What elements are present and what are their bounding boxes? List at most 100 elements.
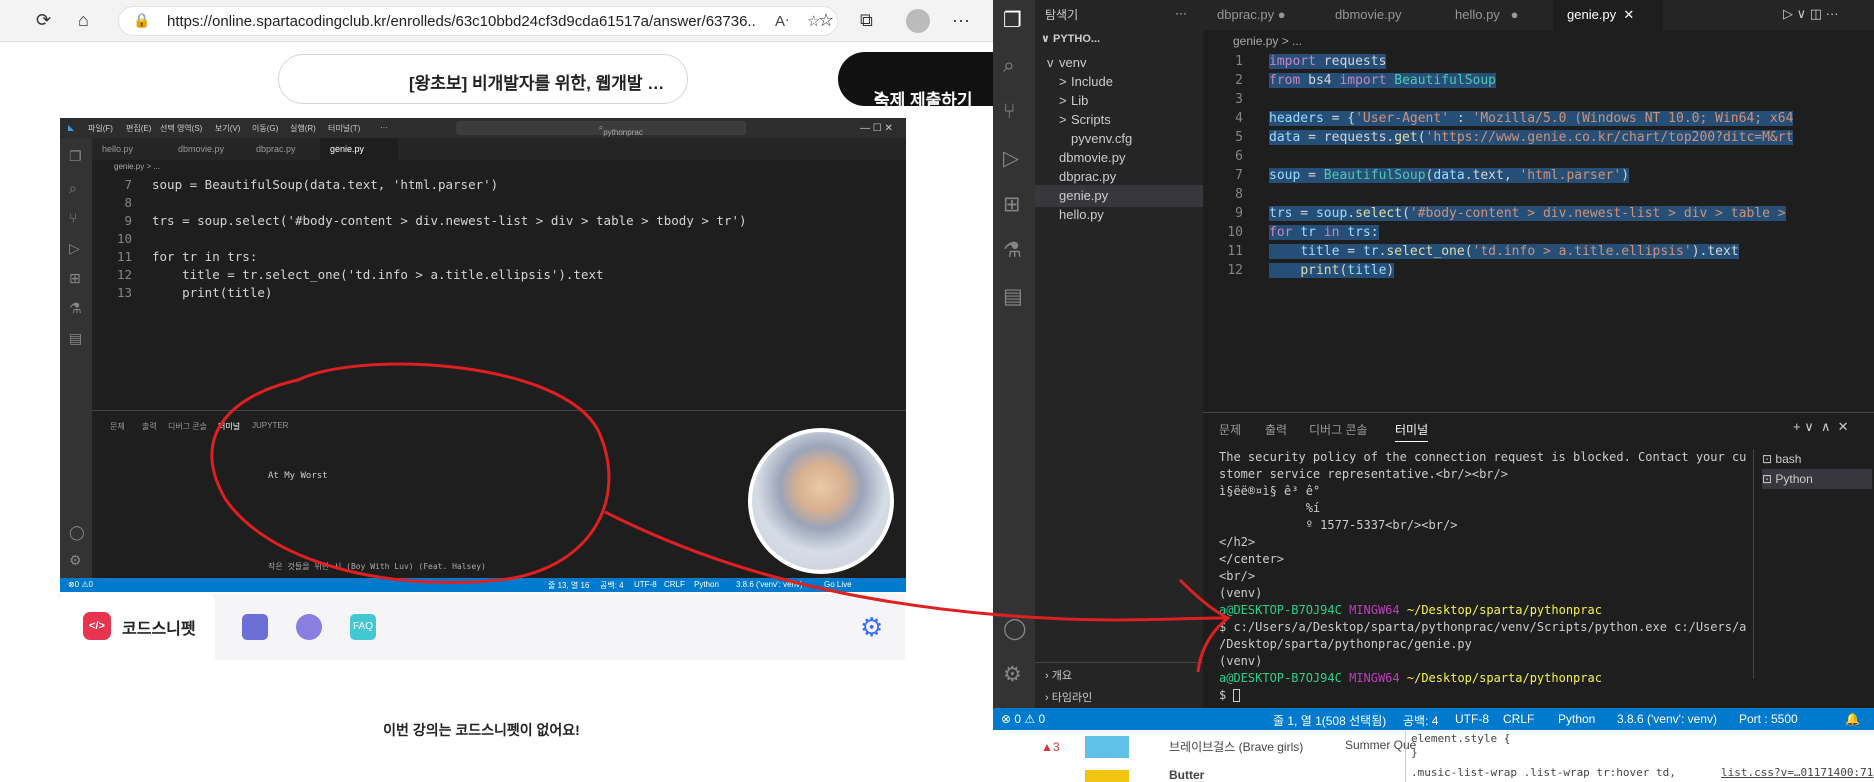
course-title-pill: [왕초보] 비개발자를 위한, 웹개발 종합반 xyxy=(278,54,688,104)
tab-hello[interactable]: hello.py ● xyxy=(1441,0,1553,30)
gear-icon[interactable]: ⚙ xyxy=(1003,662,1022,687)
refresh-icon[interactable]: ⟳ xyxy=(36,10,51,30)
video-status-errors: ⊗0 ⚠0 xyxy=(68,580,93,589)
status-encoding[interactable]: UTF-8 xyxy=(1455,712,1489,726)
collections-icon[interactable]: ⧉ xyxy=(860,10,873,30)
home-icon[interactable]: ⌂ xyxy=(78,10,89,30)
devtools-panel: ▲3 브레이브걸스 (Brave girls) Summer Que Butte… xyxy=(993,730,1874,782)
more-icon[interactable]: ··· xyxy=(952,10,970,30)
video-menu-item: 이동(G) xyxy=(252,124,279,133)
checklist-icon[interactable] xyxy=(242,614,268,640)
cursor xyxy=(1233,689,1241,702)
terminal-input[interactable]: $ xyxy=(1219,687,1739,704)
rank-change: ▲3 xyxy=(1041,740,1060,754)
tab-dbprac[interactable]: dbprac.py ● xyxy=(1203,0,1321,30)
files-icon[interactable]: ❐ xyxy=(1003,8,1022,33)
favorites-icon[interactable]: ☆ xyxy=(818,10,834,30)
status-port[interactable]: Port : 5500 xyxy=(1739,712,1798,726)
tab-genie[interactable]: genie.py ✕ xyxy=(1553,0,1663,30)
chevron-right-icon: > xyxy=(874,86,884,105)
video-tab-active: genie.py xyxy=(320,138,398,160)
terminal-item-python[interactable]: ⊡ Python xyxy=(1762,469,1872,489)
style-rule: } xyxy=(1411,746,1418,759)
status-language[interactable]: Python xyxy=(1558,712,1595,726)
style-source-link[interactable]: list.css?v=…01171400:71 xyxy=(1721,766,1873,779)
video-code-line: 7 soup = BeautifulSoup(data.text, 'html.p… xyxy=(92,176,498,194)
panel-tab-output[interactable]: 출력 xyxy=(1265,421,1287,438)
outline-section[interactable]: › 개요 xyxy=(1045,667,1072,683)
lock-icon: 🔒 xyxy=(133,12,151,28)
video-status-item: 3.8.6 ('venv': venv) xyxy=(736,580,803,589)
panel-tab-problems[interactable]: 문제 xyxy=(1219,421,1241,438)
close-icon[interactable]: ✕ xyxy=(1623,7,1634,22)
address-bar[interactable]: 🔒 https://online.spartacodingclub.kr/enr… xyxy=(118,6,838,36)
vscode-window: ❐ ⌕ ⑂ ▷ ⊞ ⚗ ▤ ◯ ⚙ 탐색기 ··· ∨ PYTHO... v ve… xyxy=(993,0,1874,782)
submit-homework-button[interactable]: 숙제 제출하기 > xyxy=(838,52,993,110)
terminal-line: The security policy of the connection re… xyxy=(1219,450,1747,464)
video-status-item: Go Live xyxy=(824,580,852,589)
project-root[interactable]: ∨ PYTHO... xyxy=(1041,32,1100,45)
search-icon: ⌕ xyxy=(69,180,77,196)
video-line-number: 12 xyxy=(116,267,132,282)
source-control-icon: ⑂ xyxy=(69,210,78,226)
faq-icon[interactable]: FAQ xyxy=(350,614,376,640)
video-status-bar: ⊗0 ⚠0 줄 13, 열 16 공백: 4 UTF-8 CRLF Python… xyxy=(60,578,906,592)
video-menu-item: 터미널(T) xyxy=(328,124,361,133)
tab-dbmovie[interactable]: dbmovie.py xyxy=(1321,0,1441,30)
search-icon[interactable]: ⌕ xyxy=(1003,54,1015,78)
code-editor[interactable]: 1 import requests 2 from bs4 import Beauti… xyxy=(1203,52,1874,412)
panel-tab-terminal[interactable]: 터미널 xyxy=(1395,421,1429,442)
read-aloud-icon[interactable]: Aᐧ xyxy=(775,12,789,30)
browser-toolbar: ⟳ ⌂ 🔒 https://online.spartacodingclub.kr… xyxy=(0,0,993,42)
run-debug-icon[interactable]: ▷ xyxy=(1003,146,1019,171)
video-status-item: 줄 13, 열 16 xyxy=(548,581,590,590)
terminal-line: </center> xyxy=(1219,552,1285,566)
chat-icon[interactable] xyxy=(296,614,322,640)
terminal-item-bash[interactable]: ⊡ bash xyxy=(1762,449,1872,469)
terminal-icon: ⊡ xyxy=(1762,452,1773,466)
source-control-icon[interactable]: ⑂ xyxy=(1003,100,1016,124)
status-cursor[interactable]: 줄 1, 열 1(508 선택됨) xyxy=(1273,712,1386,729)
status-interpreter[interactable]: 3.8.6 ('venv': venv) xyxy=(1617,712,1717,726)
url-text: https://online.spartacodingclub.kr/enrol… xyxy=(167,13,757,30)
run-icon[interactable]: ▷ ∨ ◫ ··· xyxy=(1783,6,1839,22)
video-menu-item: 보기(V) xyxy=(215,124,241,133)
video-breadcrumb: genie.py > ... xyxy=(114,162,161,171)
profile-avatar[interactable] xyxy=(906,9,930,33)
bell-icon[interactable]: 🔔 xyxy=(1845,712,1860,726)
prompt-user: a@DESKTOP-B7OJ94C xyxy=(1219,671,1342,685)
terminal-output[interactable]: The security policy of the connection re… xyxy=(1219,449,1747,704)
file-tree-label: Lib xyxy=(1071,93,1089,108)
project-name: PYTHO... xyxy=(1053,33,1101,45)
video-menu-item: 파일(F) xyxy=(88,124,113,133)
tab-label: dbmovie.py xyxy=(1335,7,1402,22)
extensions-icon[interactable]: ⊞ xyxy=(1003,192,1021,217)
line-number: 10 xyxy=(1227,225,1243,240)
status-errors[interactable]: ⊗ 0 ⚠ 0 xyxy=(1001,712,1045,726)
panel-tab-debug-console[interactable]: 디버그 콘솔 xyxy=(1309,421,1368,438)
album-art xyxy=(1085,770,1129,782)
code-snippet-tab[interactable]: </> 코드스니펫 xyxy=(58,594,215,660)
terminal-command: $ c:/Users/a/Desktop/sparta/pythonprac/v… xyxy=(1219,620,1747,634)
video-code-text: trs = soup.select('#body-content > div.n… xyxy=(152,213,747,228)
status-indent[interactable]: 공백: 4 xyxy=(1403,712,1438,729)
style-rule: element.style { xyxy=(1411,732,1511,745)
file-tree-label: dbprac.py xyxy=(1059,169,1117,184)
artist-text: 브레이브걸스 (Brave girls) xyxy=(1169,740,1304,754)
file-tree-label: dbmovie.py xyxy=(1059,150,1126,165)
video-status-item: UTF-8 xyxy=(634,580,657,589)
vscode-logo-icon: ◣ xyxy=(68,123,75,132)
notebook-icon[interactable]: ▤ xyxy=(1003,284,1023,309)
timeline-section[interactable]: › 타임라인 xyxy=(1045,689,1092,705)
add-terminal-icon[interactable]: + ∨ ∧ ✕ xyxy=(1793,419,1849,435)
file-tree-item[interactable]: hello.py xyxy=(1035,204,1203,226)
account-icon[interactable]: ◯ xyxy=(1003,616,1027,641)
account-icon: ◯ xyxy=(69,524,85,540)
flask-icon[interactable]: ⚗ xyxy=(1003,238,1022,263)
video-code-line: 13 print(title) xyxy=(92,284,272,302)
status-eol[interactable]: CRLF xyxy=(1503,712,1534,726)
gear-icon[interactable]: ⚙ xyxy=(860,614,886,640)
file-tree-label: Include xyxy=(1071,74,1113,89)
more-icon[interactable]: ··· xyxy=(1175,6,1187,20)
terminal-line: %í xyxy=(1219,501,1321,515)
